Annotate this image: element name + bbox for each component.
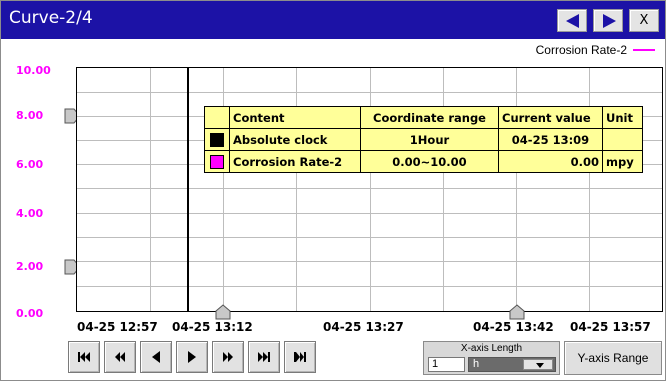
last-page-button[interactable]: [248, 341, 280, 373]
y-tick: 10.00: [16, 64, 51, 77]
left-time-marker[interactable]: [215, 304, 231, 320]
step-forward-icon: [188, 351, 196, 363]
series-color-swatch: [210, 154, 224, 169]
x-tick: 04-25 13:27: [323, 320, 404, 334]
step-back-icon: [152, 351, 160, 363]
row-value: 0.00: [498, 150, 603, 173]
step-forward-button[interactable]: [176, 341, 208, 373]
x-axis-length-label: X-axis Length: [460, 343, 523, 354]
x-axis-unit-select[interactable]: h: [468, 357, 556, 372]
row-range: 1Hour: [360, 128, 499, 151]
x-axis-unit-dropdown[interactable]: [523, 359, 553, 370]
fast-back-button[interactable]: [104, 341, 136, 373]
fast-forward-button[interactable]: [212, 341, 244, 373]
jump-to-current-icon: [294, 352, 306, 362]
x-tick: 04-25 13:12: [172, 320, 253, 334]
legend-swatch: [633, 49, 655, 51]
first-page-button[interactable]: [68, 341, 100, 373]
x-tick: 04-25 13:57: [570, 320, 651, 334]
row-range: 0.00~10.00: [360, 150, 499, 173]
y-tick: 6.00: [16, 158, 44, 171]
rewind-icon: [115, 352, 125, 362]
curve-window: Curve-2/4 X Corrosion Rate-2 10.00 8.00 …: [0, 0, 666, 381]
header-value: Current value: [498, 106, 603, 129]
prev-page-icon: [566, 14, 579, 28]
x-tick: 04-25 13:42: [473, 320, 554, 334]
chevron-down-icon: [536, 363, 544, 368]
prev-page-button[interactable]: [557, 9, 587, 32]
x-axis-unit-value: h: [473, 358, 480, 370]
fast-forward-icon: [223, 352, 233, 362]
next-page-button[interactable]: [593, 9, 623, 32]
header-content: Content: [229, 106, 361, 129]
series-legend: Corrosion Rate-2: [536, 42, 655, 58]
x-tick: 04-25 12:57: [77, 320, 158, 334]
y-tick: 2.00: [16, 260, 44, 273]
header-unit: Unit: [602, 106, 643, 129]
right-time-marker[interactable]: [509, 304, 525, 320]
clock-color-swatch: [210, 132, 224, 147]
header-range: Coordinate range: [360, 106, 499, 129]
y-tick: 8.00: [16, 109, 44, 122]
plot-grid: [77, 68, 662, 311]
close-button[interactable]: X: [629, 9, 659, 32]
row-content: Absolute clock: [229, 128, 361, 151]
y-tick: 0.00: [16, 307, 44, 320]
x-axis-length-input[interactable]: 1: [428, 357, 465, 372]
table-row: Corrosion Rate-2 0.00~10.00 0.00 mpy: [204, 150, 643, 173]
info-table: Content Coordinate range Current value U…: [204, 106, 643, 173]
info-header-row: Content Coordinate range Current value U…: [204, 106, 643, 129]
skip-to-end-icon: [258, 352, 270, 362]
row-content: Corrosion Rate-2: [229, 150, 361, 173]
row-unit: mpy: [602, 150, 643, 173]
title-bar: Curve-2/4 X: [1, 1, 665, 39]
legend-label: Corrosion Rate-2: [535, 43, 627, 57]
step-back-button[interactable]: [140, 341, 172, 373]
skip-to-start-icon: [78, 352, 90, 362]
row-value: 04-25 13:09: [498, 128, 603, 151]
plot-area[interactable]: Content Coordinate range Current value U…: [76, 67, 663, 312]
x-axis-length-group: X-axis Length 1 h: [423, 341, 560, 375]
table-row: Absolute clock 1Hour 04-25 13:09: [204, 128, 643, 151]
next-page-icon: [603, 14, 616, 28]
window-title: Curve-2/4: [9, 8, 93, 28]
y-axis-range-button[interactable]: Y-axis Range: [564, 341, 662, 375]
row-unit: [602, 128, 643, 151]
current-button[interactable]: [284, 341, 316, 373]
y-tick: 4.00: [16, 207, 44, 220]
